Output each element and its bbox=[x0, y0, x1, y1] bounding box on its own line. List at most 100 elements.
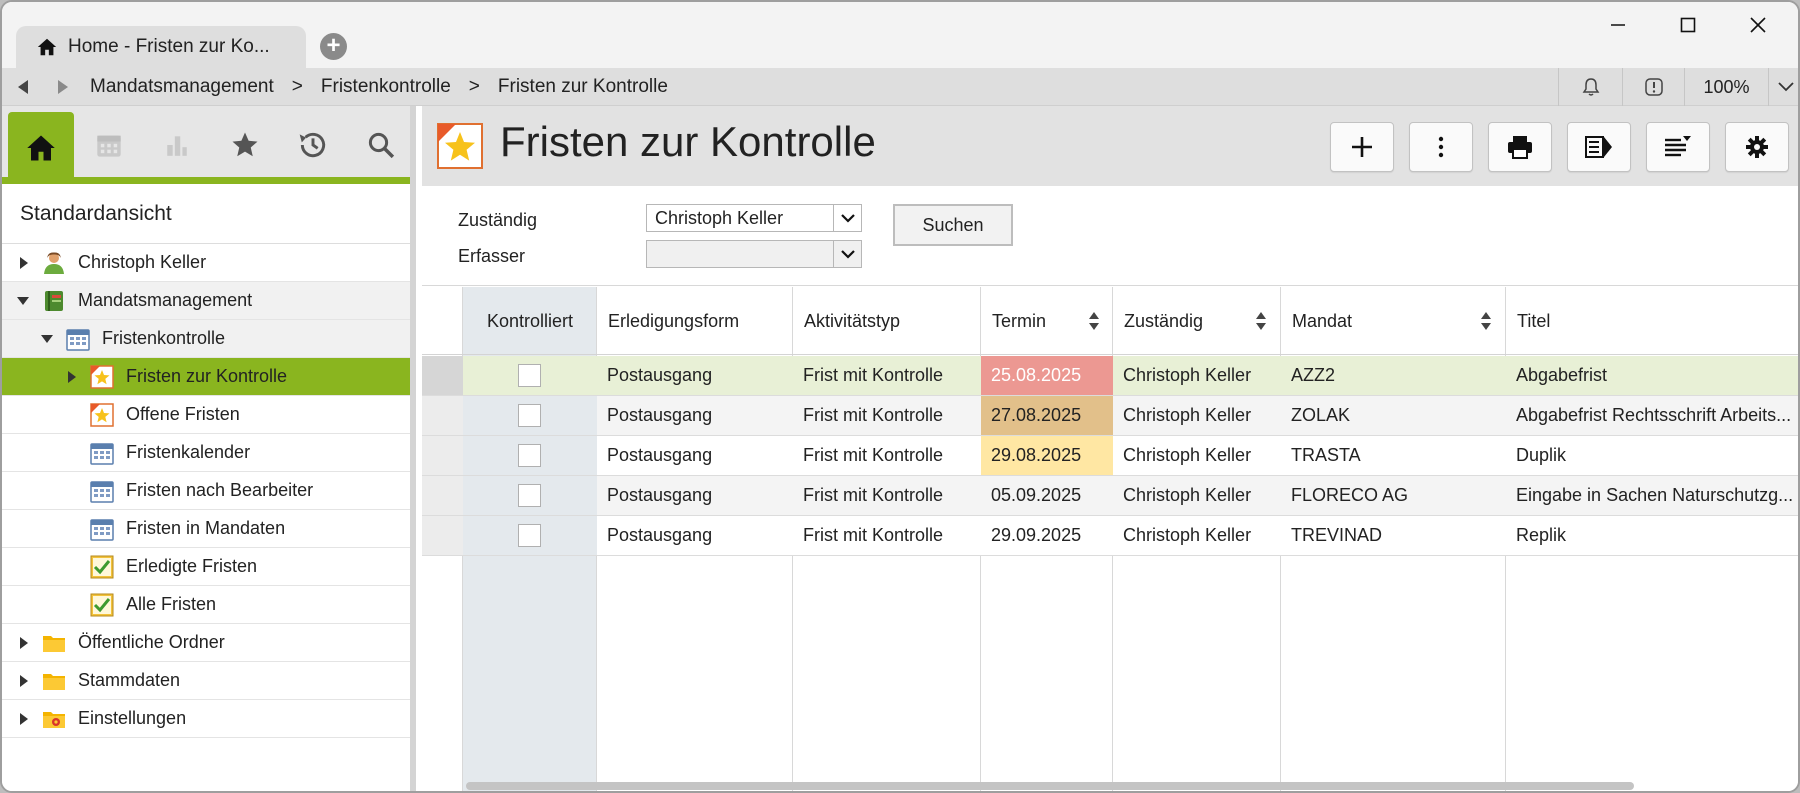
page-header: Fristen zur Kontrolle bbox=[422, 106, 1798, 186]
kontrolliert-checkbox[interactable] bbox=[518, 404, 541, 427]
erfasser-select[interactable] bbox=[646, 240, 862, 268]
table-row[interactable]: Postausgang Frist mit Kontrolle 29.09.20… bbox=[422, 516, 1798, 556]
cell-mandat: FLORECO AG bbox=[1291, 485, 1409, 505]
sidebar-tab-calendar[interactable] bbox=[76, 112, 142, 178]
sidebar-tab-favorites[interactable] bbox=[212, 112, 278, 178]
cell-erledigungsform: Postausgang bbox=[607, 525, 713, 545]
column-menu-button[interactable] bbox=[1646, 122, 1710, 172]
cell-aktivitaetstyp: Frist mit Kontrolle bbox=[803, 525, 944, 545]
new-tab-button[interactable]: + bbox=[320, 33, 347, 60]
more-options-button[interactable] bbox=[1409, 122, 1473, 172]
breadcrumb-item[interactable]: Fristen zur Kontrolle bbox=[498, 76, 668, 98]
chevron-down-icon bbox=[1777, 82, 1794, 92]
settings-button[interactable] bbox=[1725, 122, 1789, 172]
notifications-button[interactable] bbox=[1558, 68, 1622, 106]
expand-arrow-icon[interactable] bbox=[20, 636, 28, 649]
kontrolliert-checkbox[interactable] bbox=[518, 484, 541, 507]
cell-titel: Eingabe in Sachen Naturschutzg... bbox=[1516, 485, 1794, 505]
column-header-zustaendig[interactable]: Zuständig bbox=[1124, 287, 1203, 355]
column-header-titel[interactable]: Titel bbox=[1517, 287, 1550, 355]
expand-arrow-icon[interactable] bbox=[68, 370, 76, 383]
cell-termin-soon: 27.08.2025 bbox=[981, 396, 1113, 435]
forward-icon[interactable] bbox=[56, 79, 70, 95]
filter-panel: Zuständig Christoph Keller Erfasser Such… bbox=[422, 186, 1798, 286]
table-row[interactable]: Postausgang Frist mit Kontrolle 27.08.20… bbox=[422, 396, 1798, 436]
gear-icon bbox=[1746, 136, 1768, 158]
maximize-button[interactable] bbox=[1658, 10, 1718, 40]
row-selector[interactable] bbox=[422, 476, 463, 515]
sidebar-tab-search[interactable] bbox=[348, 112, 414, 178]
minimize-button[interactable] bbox=[1588, 10, 1648, 40]
sidebar-tab-home[interactable] bbox=[8, 112, 74, 184]
tree-item-erledigte-fristen[interactable]: Erledigte Fristen bbox=[2, 548, 410, 586]
tree-item-stammdaten[interactable]: Stammdaten bbox=[2, 662, 410, 700]
breadcrumb-item[interactable]: Mandatsmanagement bbox=[90, 76, 274, 98]
sidebar-tab-history[interactable] bbox=[280, 112, 346, 178]
print-button[interactable] bbox=[1488, 122, 1552, 172]
sort-icon[interactable] bbox=[1255, 311, 1267, 331]
kontrolliert-checkbox[interactable] bbox=[518, 444, 541, 467]
expand-arrow-icon[interactable] bbox=[20, 712, 28, 725]
alert-icon bbox=[1644, 78, 1663, 96]
collapse-arrow-icon[interactable] bbox=[17, 296, 29, 305]
tree-item-fristen-nach-bearbeiter[interactable]: Fristen nach Bearbeiter bbox=[2, 472, 410, 510]
dropdown-button[interactable] bbox=[833, 205, 861, 231]
cell-zustaendig: Christoph Keller bbox=[1123, 365, 1252, 385]
star-deadline-icon bbox=[90, 364, 114, 389]
browser-tab[interactable]: Home - Fristen zur Ko... bbox=[16, 26, 306, 68]
add-button[interactable] bbox=[1330, 122, 1394, 172]
alerts-button[interactable] bbox=[1622, 68, 1684, 106]
zustaendig-select[interactable]: Christoph Keller bbox=[646, 204, 862, 232]
tree-item-offene-fristen[interactable]: Offene Fristen bbox=[2, 396, 410, 434]
tree-item-oeffentliche-ordner[interactable]: Öffentliche Ordner bbox=[2, 624, 410, 662]
table-row[interactable]: Postausgang Frist mit Kontrolle 25.08.20… bbox=[422, 356, 1798, 396]
tree-item-fristenkontrolle[interactable]: Fristenkontrolle bbox=[2, 320, 410, 358]
menu-dropdown-button[interactable] bbox=[1768, 68, 1798, 106]
zustaendig-value: Christoph Keller bbox=[655, 208, 784, 228]
sidebar-tab-statistics[interactable] bbox=[144, 112, 210, 178]
sort-icon[interactable] bbox=[1480, 311, 1492, 331]
column-header-termin[interactable]: Termin bbox=[992, 287, 1046, 355]
tree-item-alle-fristen[interactable]: Alle Fristen bbox=[2, 586, 410, 624]
row-selector[interactable] bbox=[422, 356, 463, 395]
sort-icon[interactable] bbox=[1088, 311, 1100, 331]
collapse-arrow-icon[interactable] bbox=[41, 334, 53, 343]
calendar-icon bbox=[90, 518, 114, 541]
star-icon bbox=[232, 132, 258, 157]
row-selector[interactable] bbox=[422, 436, 463, 475]
tree-item-mandatsmanagement[interactable]: Mandatsmanagement bbox=[2, 282, 410, 320]
column-header-erledigungsform[interactable]: Erledigungsform bbox=[608, 287, 739, 355]
check-deadline-icon bbox=[90, 593, 114, 616]
row-selector[interactable] bbox=[422, 516, 463, 555]
cell-zustaendig: Christoph Keller bbox=[1123, 525, 1252, 545]
dropdown-button[interactable] bbox=[833, 241, 861, 267]
breadcrumb-item[interactable]: Fristenkontrolle bbox=[321, 76, 451, 98]
column-header-kontrolliert[interactable]: Kontrolliert bbox=[463, 287, 597, 355]
back-icon[interactable] bbox=[16, 79, 30, 95]
close-button[interactable] bbox=[1728, 10, 1788, 40]
main-panel: Fristen zur Kontrolle Zuständig Christop… bbox=[422, 106, 1798, 791]
expand-arrow-icon[interactable] bbox=[20, 674, 28, 687]
zoom-level[interactable]: 100% bbox=[1684, 68, 1768, 106]
horizontal-scrollbar[interactable] bbox=[466, 782, 1634, 790]
search-button[interactable]: Suchen bbox=[893, 204, 1013, 246]
row-selector[interactable] bbox=[422, 396, 463, 435]
table-row[interactable]: Postausgang Frist mit Kontrolle 29.08.20… bbox=[422, 436, 1798, 476]
cell-zustaendig: Christoph Keller bbox=[1123, 405, 1252, 425]
cell-termin-upcoming: 29.08.2025 bbox=[981, 436, 1113, 475]
tree-item-fristen-in-mandaten[interactable]: Fristen in Mandaten bbox=[2, 510, 410, 548]
table-row[interactable]: Postausgang Frist mit Kontrolle 05.09.20… bbox=[422, 476, 1798, 516]
tree-item-fristen-zur-kontrolle[interactable]: Fristen zur Kontrolle bbox=[2, 358, 410, 396]
kontrolliert-checkbox[interactable] bbox=[518, 364, 541, 387]
tree-item-christoph-keller[interactable]: Christoph Keller bbox=[2, 244, 410, 282]
expand-arrow-icon[interactable] bbox=[20, 256, 28, 269]
column-header-aktivitaetstyp[interactable]: Aktivitätstyp bbox=[804, 287, 900, 355]
column-header-mandat[interactable]: Mandat bbox=[1292, 287, 1352, 355]
tree-item-fristenkalender[interactable]: Fristenkalender bbox=[2, 434, 410, 472]
chevron-down-icon bbox=[840, 249, 855, 259]
chevron-down-icon bbox=[840, 213, 855, 223]
cell-titel: Duplik bbox=[1516, 445, 1567, 465]
tree-item-einstellungen[interactable]: Einstellungen bbox=[2, 700, 410, 738]
kontrolliert-checkbox[interactable] bbox=[518, 524, 541, 547]
export-button[interactable] bbox=[1567, 122, 1631, 172]
